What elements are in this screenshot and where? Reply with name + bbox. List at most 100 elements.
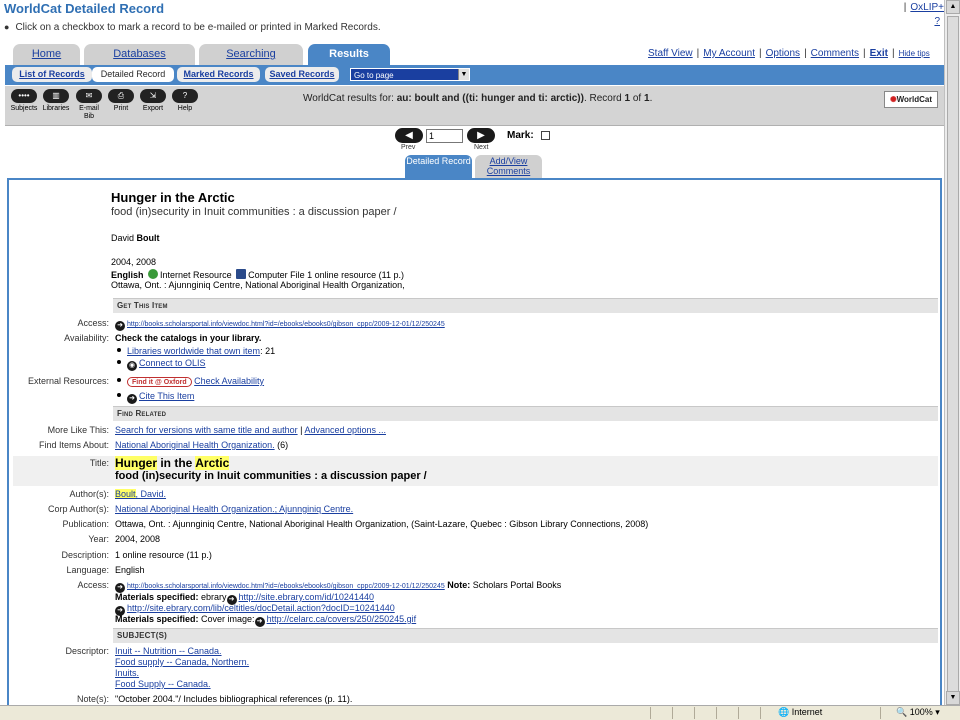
tab-searching[interactable]: Searching	[199, 44, 303, 66]
tab-detailed-record[interactable]: Detailed Record	[92, 67, 174, 82]
cite-this-item-link[interactable]: Cite This Item	[139, 391, 194, 401]
comments-link[interactable]: Comments	[811, 48, 859, 59]
cover-image-link[interactable]: http://celarc.ca/covers/250/250245.gif	[267, 614, 417, 624]
descriptor-link[interactable]: Food Supply -- Canada.	[115, 679, 211, 689]
help-tool[interactable]: ? Help	[170, 89, 200, 113]
print-tool[interactable]: ⎙ Print	[106, 89, 136, 113]
publication-value: Ottawa, Ont. : Ajunnginiq Centre, Nation…	[115, 519, 649, 529]
help-icon: ?	[172, 89, 198, 103]
goto-page-select[interactable]: Go to page ▼	[350, 68, 470, 81]
mark-checkbox[interactable]	[541, 131, 550, 140]
descriptor-2: Food supply -- Canada, Northern.	[115, 657, 249, 667]
notes-label: Note(s):	[76, 694, 109, 704]
access-value: ➜ http://books.scholarsportal.info/viewdo…	[115, 318, 445, 331]
descriptor-label: Descriptor:	[65, 646, 109, 656]
record-author: David Boult	[111, 233, 160, 243]
author-value: Boult, David.	[115, 489, 166, 499]
nat-aboriginal-health-link[interactable]: National Aboriginal Health Organization.	[115, 440, 275, 450]
availability-label: Availability:	[64, 333, 109, 343]
vertical-scrollbar[interactable]: ▲ ▼	[944, 0, 960, 705]
year-label: Year:	[88, 534, 109, 544]
descriptor-1: Inuit -- Nutrition -- Canada.	[115, 646, 222, 656]
descriptor-link[interactable]: Inuit -- Nutrition -- Canada.	[115, 646, 222, 656]
record-title: Hunger in the Arctic	[111, 190, 235, 205]
corp-author-value: National Aboriginal Health Organization.…	[115, 504, 353, 514]
go-arrow-icon: ➜	[254, 617, 265, 627]
record-subtitle: food (in)security in Inuit communities :…	[111, 206, 397, 218]
connect-olis-link[interactable]: Connect to OLIS	[139, 358, 206, 368]
descriptor-4: Food Supply -- Canada.	[115, 679, 211, 689]
external-resources-value: Find it @ Oxford Check Availability	[115, 376, 264, 387]
bullet-icon: ●	[4, 22, 10, 32]
my-account-link[interactable]: My Account	[703, 48, 755, 59]
chevron-down-icon: ▼	[458, 69, 469, 80]
access2-url-link[interactable]: http://books.scholarsportal.info/viewdoc…	[127, 583, 445, 590]
hide-tips-link[interactable]: Hide tips	[899, 49, 930, 58]
status-bar: 🌐 Internet 🔍 100% ▾	[0, 705, 960, 720]
email-tool[interactable]: ✉ E-mail Bib	[74, 89, 104, 121]
help-link[interactable]: ?	[934, 16, 940, 27]
next-label: Next	[474, 144, 489, 151]
subtab-bar: List of Records Detailed Record Marked R…	[5, 65, 944, 85]
descriptor-link[interactable]: Inuits.	[115, 668, 139, 678]
exit-link[interactable]: Exit	[870, 48, 888, 59]
security-zone: 🌐 Internet	[778, 707, 823, 717]
oxlip-link[interactable]: OxLIP+	[910, 2, 944, 13]
tab-add-view-comments[interactable]: Add/View Comments	[475, 155, 542, 178]
availability-text: Check the catalogs in your library.	[115, 333, 262, 343]
instruction-text: ● Click on a checkbox to mark a record to…	[4, 22, 381, 33]
tab-saved-records[interactable]: Saved Records	[265, 67, 339, 82]
go-arrow-icon: ➜	[115, 321, 125, 331]
zoom-level[interactable]: 🔍 100% ▾	[896, 707, 940, 718]
title-label: Title:	[89, 458, 109, 468]
tab-databases[interactable]: Databases	[84, 44, 195, 66]
prev-arrow-icon[interactable]: ◀	[395, 128, 423, 143]
export-tool[interactable]: ⇲ Export	[138, 89, 168, 113]
find-items-label: Find Items About:	[38, 440, 109, 450]
section-get-this-item: Get This Item	[113, 298, 938, 313]
author-link[interactable]: Boult, David.	[115, 489, 166, 499]
tab-list-of-records[interactable]: List of Records	[12, 67, 92, 82]
section-find-related: Find Related	[113, 406, 938, 421]
tab-marked-records[interactable]: Marked Records	[177, 67, 260, 82]
tab-results[interactable]: Results	[308, 44, 390, 66]
staff-view-link[interactable]: Staff View	[648, 48, 693, 59]
record-number-input[interactable]: 1	[426, 129, 463, 143]
find-items-value: National Aboriginal Health Organization.…	[115, 440, 289, 450]
year-value: 2004, 2008	[115, 534, 161, 544]
libraries-worldwide-link[interactable]: Libraries worldwide that own item	[127, 346, 260, 356]
advanced-options-link[interactable]: Advanced options ...	[304, 425, 386, 435]
header: WorldCat Detailed Record ● Click on a che…	[0, 0, 944, 42]
libraries-item: Libraries worldwide that own item: 21	[115, 346, 275, 356]
check-availability-link[interactable]: Check Availability	[194, 376, 264, 386]
find-it-oxford-button[interactable]: Find it @ Oxford	[127, 377, 192, 387]
access-url-link[interactable]: http://books.scholarsportal.info/viewdoc…	[127, 321, 445, 328]
worldcat-logo: ✺WorldCat	[884, 91, 938, 108]
more-like-label: More Like This:	[47, 425, 109, 435]
description-label: Description:	[61, 550, 109, 560]
ebrary-id-link[interactable]: http://site.ebrary.com/id/10241440	[239, 592, 374, 602]
scroll-down-icon[interactable]: ▼	[946, 691, 960, 705]
corp-author-link[interactable]: National Aboriginal Health Organization.…	[115, 504, 353, 514]
olis-item: ◉ Connect to OLIS	[115, 358, 206, 371]
record-content: Hunger in the Arctic food (in)security i…	[7, 178, 942, 720]
scroll-up-icon[interactable]: ▲	[946, 0, 960, 14]
next-arrow-icon[interactable]: ▶	[467, 128, 495, 143]
libraries-tool[interactable]: ▥ Libraries	[41, 89, 71, 113]
same-title-author-link[interactable]: Search for versions with same title and …	[115, 425, 298, 435]
ebrary-detail-link[interactable]: http://site.ebrary.com/lib/celtitles/doc…	[127, 603, 395, 613]
tab-home[interactable]: Home	[13, 44, 80, 66]
tab-detailed-record-view[interactable]: Detailed Record	[405, 155, 472, 178]
subjects-tool[interactable]: •••• Subjects	[9, 89, 39, 113]
results-summary: WorldCat results for: au: boult and ((ti…	[303, 93, 653, 104]
olis-icon: ◉	[127, 361, 137, 371]
descriptor-link[interactable]: Food supply -- Canada, Northern.	[115, 657, 249, 667]
access-label: Access:	[77, 318, 109, 328]
libraries-icon: ▥	[43, 89, 69, 103]
options-link[interactable]: Options	[766, 48, 800, 59]
computer-file-icon	[236, 269, 247, 279]
export-icon: ⇲	[140, 89, 166, 103]
record-format: English Internet Resource Computer File …	[111, 269, 405, 280]
scroll-thumb[interactable]	[947, 16, 959, 698]
language-value: English	[115, 565, 145, 575]
